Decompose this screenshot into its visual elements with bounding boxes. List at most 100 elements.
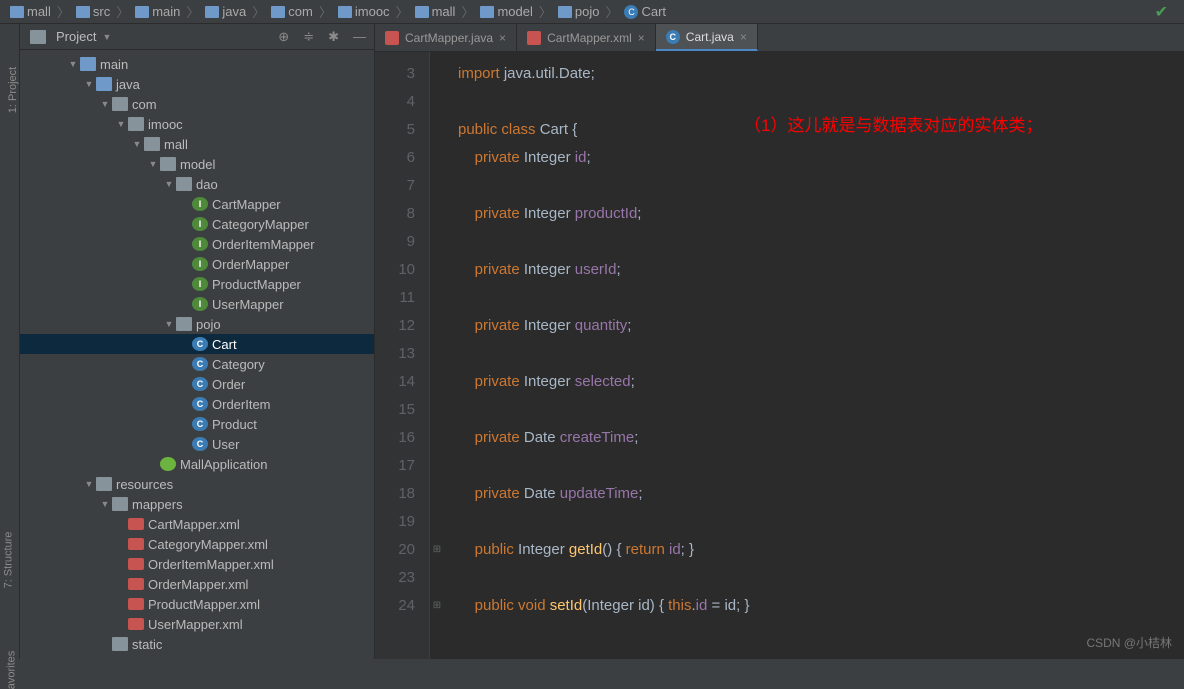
line-gutter[interactable]: 345678910111213141516171819202324 [375,52,430,659]
tree-row-resources[interactable]: ▼resources [20,474,374,494]
fold-handle[interactable] [430,200,444,228]
close-icon[interactable]: × [499,31,506,45]
tree-row-usermapper[interactable]: IUserMapper [20,294,374,314]
tree-arrow-icon[interactable]: ▼ [84,79,94,89]
code-line[interactable]: public void setId(Integer id) { this.id … [458,592,1184,620]
fold-handle[interactable] [430,88,444,116]
tab-CartMapper.java[interactable]: CartMapper.java× [375,24,517,51]
line-number[interactable]: 16 [375,424,415,452]
line-number[interactable]: 11 [375,284,415,312]
tree-arrow-icon[interactable]: ▼ [84,479,94,489]
tree-arrow-icon[interactable]: ▼ [68,59,78,69]
tree-row-order[interactable]: COrder [20,374,374,394]
line-number[interactable]: 17 [375,452,415,480]
fold-handle[interactable] [430,60,444,88]
tree-row-user[interactable]: CUser [20,434,374,454]
code-editor[interactable]: （1）这儿就是与数据表对应的实体类； import java.util.Date… [444,52,1184,659]
line-number[interactable]: 8 [375,200,415,228]
tree-row-product[interactable]: CProduct [20,414,374,434]
fold-handle[interactable] [430,116,444,144]
tab-CartMapper.xml[interactable]: CartMapper.xml× [517,24,656,51]
panel-dropdown-icon[interactable]: ▼ [102,32,111,42]
code-line[interactable]: private Integer id; [458,144,1184,172]
tree-row-categorymapper.xml[interactable]: CategoryMapper.xml [20,534,374,554]
code-line[interactable] [458,564,1184,592]
tree-row-cartmapper[interactable]: ICartMapper [20,194,374,214]
fold-handle[interactable]: ⊞ [430,536,444,564]
line-number[interactable]: 19 [375,508,415,536]
fold-handle[interactable] [430,480,444,508]
project-tree[interactable]: ▼main▼java▼com▼imooc▼mall▼model▼daoICart… [20,50,374,658]
line-number[interactable]: 3 [375,60,415,88]
code-line[interactable]: private Integer quantity; [458,312,1184,340]
code-line[interactable]: private Integer selected; [458,368,1184,396]
tree-row-orderitemmapper[interactable]: IOrderItemMapper [20,234,374,254]
line-number[interactable]: 9 [375,228,415,256]
tree-row-mall[interactable]: ▼mall [20,134,374,154]
line-number[interactable]: 15 [375,396,415,424]
code-line[interactable] [458,396,1184,424]
tree-row-ordermapper.xml[interactable]: OrderMapper.xml [20,574,374,594]
code-line[interactable]: private Date updateTime; [458,480,1184,508]
tree-row-mappers[interactable]: ▼mappers [20,494,374,514]
tab-Cart.java[interactable]: CCart.java× [656,24,758,51]
line-number[interactable]: 20 [375,536,415,564]
code-line[interactable]: private Integer userId; [458,256,1184,284]
line-number[interactable]: 6 [375,144,415,172]
line-number[interactable]: 18 [375,480,415,508]
line-number[interactable]: 4 [375,88,415,116]
expand-icon[interactable]: ≑ [303,29,314,45]
fold-handle[interactable] [430,508,444,536]
fold-handle[interactable] [430,396,444,424]
breadcrumb-item[interactable]: model [476,4,536,19]
breadcrumb-item[interactable]: CCart [620,4,670,19]
close-icon[interactable]: × [740,30,747,44]
locate-icon[interactable]: ⊕ [278,29,289,45]
fold-handle[interactable] [430,256,444,284]
close-icon[interactable]: × [638,31,645,45]
code-line[interactable] [458,508,1184,536]
fold-handle[interactable] [430,172,444,200]
line-number[interactable]: 12 [375,312,415,340]
tree-row-model[interactable]: ▼model [20,154,374,174]
breadcrumb-item[interactable]: pojo [554,4,604,19]
line-number[interactable]: 23 [375,564,415,592]
code-line[interactable] [458,172,1184,200]
code-line[interactable] [458,452,1184,480]
line-number[interactable]: 10 [375,256,415,284]
tree-row-orderitem[interactable]: COrderItem [20,394,374,414]
fold-handle[interactable] [430,340,444,368]
line-number[interactable]: 24 [375,592,415,620]
tree-arrow-icon[interactable]: ▼ [164,319,174,329]
structure-tool-button[interactable]: 7: Structure [2,532,14,589]
tree-row-pojo[interactable]: ▼pojo [20,314,374,334]
tree-row-ordermapper[interactable]: IOrderMapper [20,254,374,274]
project-tool-button[interactable]: 1: Project [7,67,19,113]
code-line[interactable]: private Integer productId; [458,200,1184,228]
fold-handle[interactable] [430,564,444,592]
tree-row-cart[interactable]: CCart [20,334,374,354]
breadcrumb-item[interactable]: main [131,4,184,19]
fold-handle[interactable] [430,284,444,312]
tree-row-imooc[interactable]: ▼imooc [20,114,374,134]
line-number[interactable]: 13 [375,340,415,368]
tree-row-main[interactable]: ▼main [20,54,374,74]
tree-row-dao[interactable]: ▼dao [20,174,374,194]
code-line[interactable] [458,228,1184,256]
fold-handle[interactable]: ⊞ [430,592,444,620]
code-line[interactable]: import java.util.Date; [458,60,1184,88]
tree-row-cartmapper.xml[interactable]: CartMapper.xml [20,514,374,534]
tree-row-productmapper.xml[interactable]: ProductMapper.xml [20,594,374,614]
build-status-icon[interactable]: ✔ [1155,2,1168,22]
favorites-tool-button[interactable]: avorites [5,651,17,689]
tree-arrow-icon[interactable]: ▼ [164,179,174,189]
tree-row-static[interactable]: static [20,634,374,654]
breadcrumb-item[interactable]: mall [6,4,55,19]
line-number[interactable]: 7 [375,172,415,200]
breadcrumb-item[interactable]: mall [411,4,460,19]
fold-handle[interactable] [430,424,444,452]
fold-handle[interactable] [430,144,444,172]
tree-row-com[interactable]: ▼com [20,94,374,114]
tree-row-categorymapper[interactable]: ICategoryMapper [20,214,374,234]
settings-icon[interactable]: ✱ [328,29,339,45]
